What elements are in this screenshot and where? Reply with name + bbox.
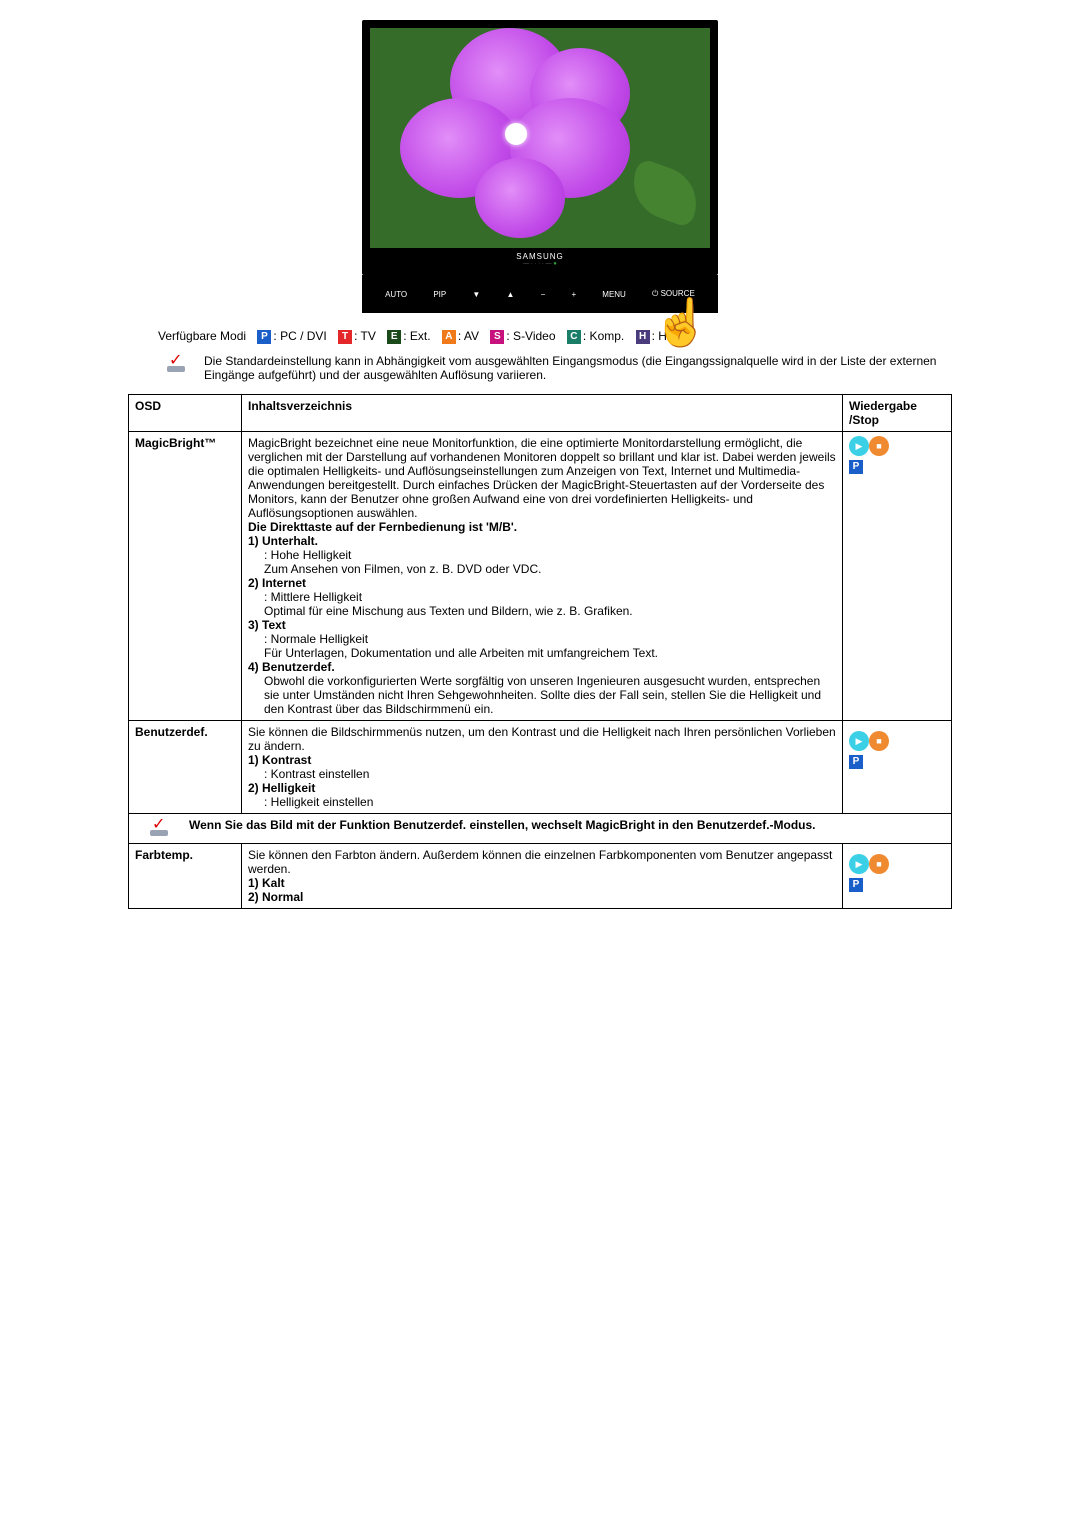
- mb-opt1-a: : Hohe Helligkeit: [248, 548, 836, 562]
- magicbright-content: MagicBright bezeichnet eine neue Monitor…: [242, 431, 843, 720]
- monitor-screen: [370, 28, 710, 248]
- remote-buttons-panel: AUTO PIP ▼ ▲ − + MENU ⏻ SOURCE ☝: [362, 275, 718, 313]
- header-contents: Inhaltsverzeichnis: [242, 394, 843, 431]
- bd-play-stop: P: [843, 720, 952, 813]
- remote-btn-minus: −: [541, 290, 546, 299]
- mode-badge-a: A: [442, 330, 456, 344]
- benutzerdef-name: Benutzerdef.: [135, 725, 208, 739]
- farbtemp-content: Sie können den Farbton ändern. Außerdem …: [242, 843, 843, 908]
- mb-opt4-h: 4) Benutzerdef.: [248, 660, 335, 674]
- mode-badge-h: H: [636, 330, 650, 344]
- mode-badge-t: T: [338, 330, 352, 344]
- remote-btn-plus: +: [571, 290, 576, 299]
- remote-btn-menu: MENU: [602, 290, 626, 299]
- remote-btn-down: ▼: [472, 290, 480, 299]
- monitor-frame: SAMSUNG — · · · · — ●: [362, 20, 718, 275]
- row-note: Wenn Sie das Bild mit der Funktion Benut…: [129, 813, 952, 843]
- mode-p-badge: P: [849, 755, 863, 769]
- note-row: Die Standardeinstellung kann in Abhängig…: [158, 354, 952, 382]
- mode-text-p: : PC / DVI: [273, 329, 326, 343]
- mb-opt3-a: : Normale Helligkeit: [248, 632, 836, 646]
- magicbright-intro: MagicBright bezeichnet eine neue Monitor…: [248, 436, 836, 520]
- play-icon: [849, 854, 869, 874]
- mb-opt3-h: 3) Text: [248, 618, 286, 632]
- benutzerdef-content: Sie können die Bildschirmmenüs nutzen, u…: [242, 720, 843, 813]
- ft-play-stop: P: [843, 843, 952, 908]
- mode-text-t: : TV: [354, 329, 376, 343]
- header-osd: OSD: [129, 394, 242, 431]
- magicbright-direct: Die Direkttaste auf der Fernbedienung is…: [248, 520, 517, 534]
- bd-opt1-a: : Kontrast einstellen: [248, 767, 836, 781]
- note-row-text: Wenn Sie das Bild mit der Funktion Benut…: [183, 818, 945, 832]
- ft-opt2-h: 2) Normal: [248, 890, 303, 904]
- mb-play-stop: P: [843, 431, 952, 720]
- mode-badge-c: C: [567, 330, 581, 344]
- row-magicbright: MagicBright™ MagicBright bezeichnet eine…: [129, 431, 952, 720]
- ft-intro: Sie können den Farbton ändern. Außerdem …: [248, 848, 832, 876]
- note-text: Die Standardeinstellung kann in Abhängig…: [194, 354, 952, 382]
- play-icon: [849, 436, 869, 456]
- mode-badge-e: E: [387, 330, 401, 344]
- row-benutzerdef: Benutzerdef. Sie können die Bildschirmme…: [129, 720, 952, 813]
- mode-text-e: : Ext.: [403, 329, 430, 343]
- stop-icon: [869, 854, 889, 874]
- header-play: Wiedergabe /Stop: [843, 394, 952, 431]
- mode-badge-p: P: [257, 330, 271, 344]
- row-farbtemp: Farbtemp. Sie können den Farbton ändern.…: [129, 843, 952, 908]
- mode-p-badge: P: [849, 460, 863, 474]
- mb-opt1-b: Zum Ansehen von Filmen, von z. B. DVD od…: [248, 562, 836, 576]
- check-icon: [158, 354, 194, 375]
- bd-opt2-a: : Helligkeit einstellen: [248, 795, 836, 809]
- bd-opt1-h: 1) Kontrast: [248, 753, 311, 767]
- hand-pointer-icon: ☝: [653, 299, 710, 345]
- stop-icon: [869, 731, 889, 751]
- monitor-brand-label: SAMSUNG: [370, 252, 710, 261]
- available-modes-label: Verfügbare Modi: [158, 329, 246, 343]
- remote-btn-up: ▲: [507, 290, 515, 299]
- mb-opt4-a: Obwohl die vorkonfigurierten Werte sorgf…: [248, 674, 836, 716]
- mode-text-a: : AV: [458, 329, 479, 343]
- farbtemp-name: Farbtemp.: [135, 848, 193, 862]
- available-modes-line: Verfügbare Modi P: PC / DVI T: TV E: Ext…: [158, 329, 952, 344]
- osd-table: OSD Inhaltsverzeichnis Wiedergabe /Stop …: [128, 394, 952, 909]
- play-icon: [849, 731, 869, 751]
- magicbright-name: MagicBright™: [135, 436, 216, 450]
- monitor-figure: SAMSUNG — · · · · — ● AUTO PIP ▼ ▲ − + M…: [128, 20, 952, 313]
- bd-opt2-h: 2) Helligkeit: [248, 781, 315, 795]
- mb-opt3-b: Für Unterlagen, Dokumentation und alle A…: [248, 646, 836, 660]
- mode-text-c: : Komp.: [583, 329, 624, 343]
- mb-opt2-b: Optimal für eine Mischung aus Texten und…: [248, 604, 836, 618]
- mode-text-s: : S-Video: [506, 329, 555, 343]
- mode-p-badge: P: [849, 878, 863, 892]
- table-header-row: OSD Inhaltsverzeichnis Wiedergabe /Stop: [129, 394, 952, 431]
- mb-opt2-a: : Mittlere Helligkeit: [248, 590, 836, 604]
- document-page: SAMSUNG — · · · · — ● AUTO PIP ▼ ▲ − + M…: [128, 20, 952, 909]
- remote-btn-pip: PIP: [433, 290, 446, 299]
- mode-badge-s: S: [490, 330, 504, 344]
- stop-icon: [869, 436, 889, 456]
- ft-opt1-h: 1) Kalt: [248, 876, 285, 890]
- mb-opt2-h: 2) Internet: [248, 576, 306, 590]
- check-icon: [135, 818, 183, 839]
- mb-opt1-h: 1) Unterhalt.: [248, 534, 318, 548]
- monitor-indicator-dots: — · · · · — ●: [370, 261, 710, 267]
- bd-intro: Sie können die Bildschirmmenüs nutzen, u…: [248, 725, 836, 753]
- remote-btn-auto: AUTO: [385, 290, 407, 299]
- flower-shape: [410, 38, 670, 238]
